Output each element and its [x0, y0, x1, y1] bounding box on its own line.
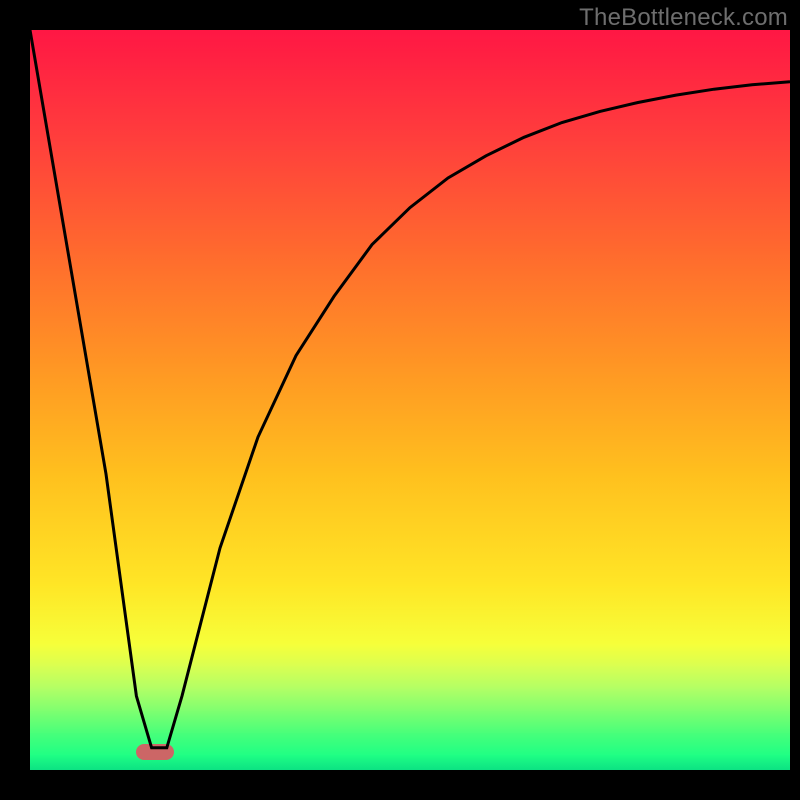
- curve-path: [30, 30, 790, 748]
- plot-area: [30, 30, 790, 770]
- bottleneck-curve: [30, 30, 790, 770]
- watermark-text: TheBottleneck.com: [579, 4, 788, 32]
